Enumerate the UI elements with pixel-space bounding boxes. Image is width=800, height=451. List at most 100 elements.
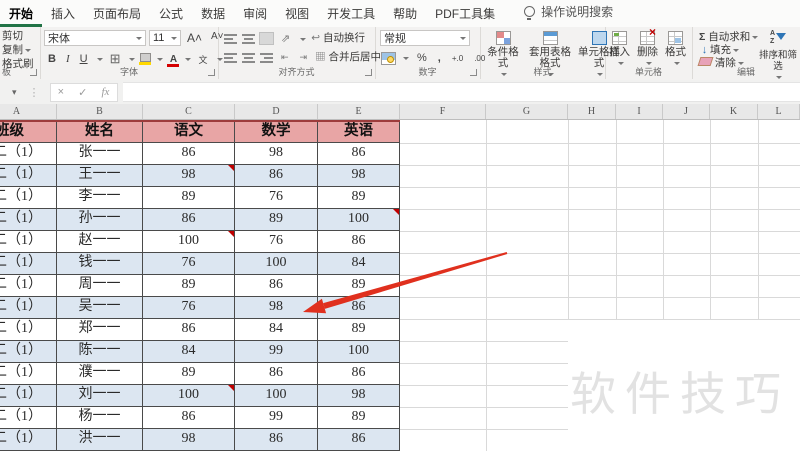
align-top-icon[interactable] [224, 33, 237, 44]
cell[interactable]: 99 [235, 407, 318, 429]
cell[interactable]: 二（1） [0, 187, 57, 209]
cell[interactable]: 86 [318, 297, 400, 319]
insert-function-icon[interactable]: fx [102, 86, 110, 98]
alignment-dialog-launcher-icon[interactable] [365, 69, 372, 76]
italic-button[interactable]: I [63, 52, 73, 66]
column-header-G[interactable]: G [486, 104, 568, 119]
orientation-icon[interactable]: ⇗ [278, 31, 293, 46]
cell[interactable]: 二（1） [0, 253, 57, 275]
cell[interactable]: 100 [143, 385, 235, 407]
cell[interactable]: 89 [143, 187, 235, 209]
number-dialog-launcher-icon[interactable] [470, 69, 477, 76]
tab-review[interactable]: 审阅 [234, 2, 276, 27]
cell[interactable]: 86 [143, 209, 235, 231]
cell[interactable]: 陈一一 [57, 341, 143, 363]
bold-button[interactable]: B [45, 52, 59, 66]
font-name-combobox[interactable]: 宋体 [44, 30, 146, 46]
number-format-combobox[interactable]: 常规 [380, 30, 470, 46]
cell[interactable]: 郑一一 [57, 319, 143, 341]
cell[interactable]: 86 [318, 231, 400, 253]
clipboard-dialog-launcher-icon[interactable] [30, 69, 37, 76]
cell[interactable]: 86 [318, 429, 400, 451]
cell[interactable]: 76 [143, 253, 235, 275]
cell[interactable]: 84 [318, 253, 400, 275]
copy-button[interactable]: 复制 [2, 44, 40, 57]
cell[interactable]: 89 [318, 319, 400, 341]
increase-decimal-button[interactable]: +.0 [449, 53, 466, 64]
cell[interactable]: 84 [235, 319, 318, 341]
delete-cells-button[interactable]: 删除 [637, 27, 658, 66]
fill-color-icon[interactable] [139, 53, 152, 65]
tab-help[interactable]: 帮助 [384, 2, 426, 27]
cell[interactable]: 孙一一 [57, 209, 143, 231]
cut-button[interactable]: 剪切 [2, 30, 40, 43]
cell[interactable]: 98 [235, 297, 318, 319]
cell[interactable]: 98 [318, 165, 400, 187]
cell[interactable]: 濮一一 [57, 363, 143, 385]
column-header-B[interactable]: B [57, 104, 143, 119]
grid-area[interactable]: 班级姓名语文数学英语二（1）张一一869886二（1）王一一988698二（1）… [0, 120, 800, 451]
column-header-I[interactable]: I [616, 104, 663, 119]
accounting-format-icon[interactable] [381, 51, 396, 65]
cell[interactable]: 王一一 [57, 165, 143, 187]
tab-developer[interactable]: 开发工具 [318, 2, 384, 27]
align-middle-icon[interactable] [242, 33, 255, 44]
align-center-icon[interactable] [242, 52, 255, 63]
header-cell[interactable]: 班级 [0, 122, 57, 143]
autosum-button[interactable]: Σ 自动求和 [699, 31, 759, 44]
comma-style-button[interactable]: , [435, 51, 444, 65]
cell[interactable]: 89 [318, 275, 400, 297]
align-right-icon[interactable] [260, 52, 273, 63]
cell[interactable]: 89 [318, 187, 400, 209]
tab-insert[interactable]: 插入 [42, 2, 84, 27]
cell[interactable]: 洪一一 [57, 429, 143, 451]
cell[interactable]: 99 [235, 341, 318, 363]
cell[interactable]: 84 [143, 341, 235, 363]
cell[interactable]: 钱一一 [57, 253, 143, 275]
column-header-F[interactable]: F [400, 104, 486, 119]
decrease-indent-icon[interactable]: ⇤ [278, 51, 292, 64]
cell[interactable]: 二（1） [0, 363, 57, 385]
cell[interactable]: 86 [235, 363, 318, 385]
column-header-J[interactable]: J [663, 104, 710, 119]
cell[interactable]: 86 [143, 143, 235, 165]
cell[interactable]: 二（1） [0, 297, 57, 319]
header-cell[interactable]: 数学 [235, 122, 318, 143]
tab-view[interactable]: 视图 [276, 2, 318, 27]
cell[interactable]: 98 [143, 429, 235, 451]
cancel-icon[interactable]: × [58, 86, 64, 98]
cell[interactable]: 周一一 [57, 275, 143, 297]
cell[interactable]: 二（1） [0, 341, 57, 363]
column-header-H[interactable]: H [568, 104, 616, 119]
tab-pdf-tools[interactable]: PDF工具集 [426, 2, 504, 27]
wrap-text-button[interactable]: ↩ 自动换行 [311, 32, 365, 45]
cell[interactable]: 二（1） [0, 209, 57, 231]
cell[interactable]: 89 [235, 209, 318, 231]
tab-page-layout[interactable]: 页面布局 [84, 2, 150, 27]
increase-indent-icon[interactable]: ⇥ [297, 51, 311, 64]
font-size-combobox[interactable]: 11 [149, 30, 181, 46]
cell[interactable]: 86 [235, 165, 318, 187]
cell[interactable]: 二（1） [0, 275, 57, 297]
cell[interactable]: 二（1） [0, 385, 57, 407]
cell[interactable]: 100 [318, 341, 400, 363]
insert-cells-button[interactable]: 插入 [609, 31, 630, 66]
column-header-C[interactable]: C [143, 104, 235, 119]
cell[interactable]: 100 [318, 209, 400, 231]
cell[interactable]: 二（1） [0, 319, 57, 341]
cell[interactable]: 98 [318, 385, 400, 407]
cell[interactable]: 98 [235, 143, 318, 165]
tell-me-search[interactable]: 操作说明搜索 [524, 3, 613, 27]
cell[interactable]: 吴一一 [57, 297, 143, 319]
cell[interactable]: 89 [143, 363, 235, 385]
tab-home[interactable]: 开始 [0, 2, 43, 27]
cell[interactable]: 86 [318, 363, 400, 385]
font-color-icon[interactable]: A [167, 54, 180, 67]
cell[interactable]: 二（1） [0, 165, 57, 187]
cell[interactable]: 76 [235, 187, 318, 209]
column-header-E[interactable]: E [318, 104, 400, 119]
formula-input[interactable] [122, 82, 800, 102]
cell[interactable]: 76 [235, 231, 318, 253]
cell[interactable]: 二（1） [0, 231, 57, 253]
column-header-L[interactable]: L [758, 104, 800, 119]
